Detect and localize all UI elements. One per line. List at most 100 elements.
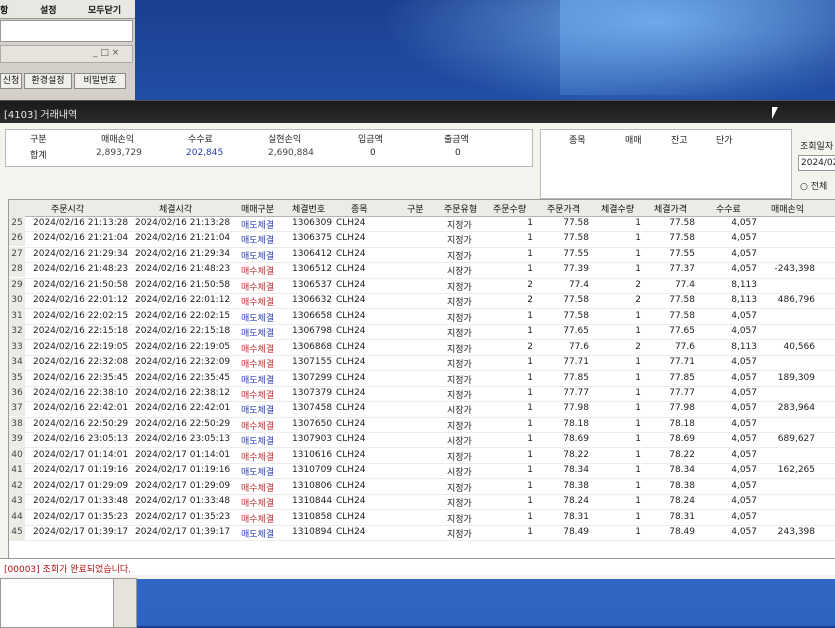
- cell-order-type: 지정가: [447, 344, 472, 355]
- col-fill-no[interactable]: 체결번호: [292, 202, 325, 215]
- cell-order-price: 78.38: [563, 480, 589, 491]
- cell-symbol: CLH24: [336, 279, 366, 290]
- col-trade-pnl[interactable]: 매매손익: [771, 202, 804, 215]
- col-category[interactable]: 구분: [407, 202, 424, 215]
- cell-fee: 8,113: [731, 295, 757, 306]
- cell-side: 매수체결: [241, 514, 275, 525]
- summary-header-deposit: 입금액: [358, 135, 383, 145]
- row-number: 44: [9, 509, 25, 525]
- table-row[interactable]: 27 2024/02/16 21:29:34 2024/02/16 21:29:34…: [9, 246, 835, 264]
- table-row[interactable]: 43 2024/02/17 01:33:48 2024/02/17 01:33:48…: [9, 494, 835, 511]
- summary-total-label: 합계: [30, 151, 47, 161]
- summary-header-withdrawal: 출금액: [444, 135, 469, 145]
- cell-order-price: 77.4: [568, 279, 589, 290]
- col-order-time[interactable]: 주문시각: [51, 202, 84, 215]
- cell-fee: 4,057: [731, 218, 757, 228]
- window-titlebar[interactable]: [4103] 거래내역: [0, 101, 835, 123]
- cell-fill-time: 2024/02/16 21:13:28: [135, 218, 231, 228]
- summary-header-category: 구분: [30, 135, 47, 145]
- table-row[interactable]: 41 2024/02/17 01:19:16 2024/02/17 01:19:16…: [9, 463, 835, 480]
- table-row[interactable]: 25 2024/02/16 21:13:28 2024/02/16 21:13:28…: [9, 216, 835, 233]
- col-order-price[interactable]: 주문가격: [547, 202, 580, 215]
- cell-fill-no: 1307379: [292, 387, 333, 398]
- cell-fee: 4,057: [731, 418, 757, 429]
- col-fill-time[interactable]: 체결시각: [159, 202, 192, 215]
- all-option-radio[interactable]: ○ 전체: [800, 179, 827, 192]
- cell-trade-pnl: 689,627: [777, 434, 815, 445]
- col-fill-qty[interactable]: 체결수량: [601, 202, 634, 215]
- table-row[interactable]: 37 2024/02/16 22:42:01 2024/02/16 22:42:01…: [9, 401, 835, 418]
- table-row[interactable]: 32 2024/02/16 22:15:18 2024/02/16 22:15:18…: [9, 324, 835, 341]
- cell-fill-qty: 1: [635, 403, 641, 414]
- cell-order-qty: 2: [527, 279, 533, 290]
- cell-fill-price: 78.49: [669, 527, 695, 537]
- table-row[interactable]: 42 2024/02/17 01:29:09 2024/02/17 01:29:09…: [9, 478, 835, 495]
- cell-order-type: 지정가: [447, 313, 472, 324]
- bottom-left-scroll[interactable]: [113, 578, 137, 628]
- cell-fill-no: 1306412: [292, 248, 333, 259]
- cell-fill-qty: 1: [635, 418, 641, 429]
- row-number: 31: [9, 308, 25, 324]
- row-number: 29: [9, 277, 25, 293]
- cell-order-price: 77.55: [563, 248, 589, 259]
- summary-trade-pnl: 2,893,729: [96, 148, 142, 158]
- bg-env-settings-button[interactable]: 환경설정: [24, 73, 72, 89]
- cell-fill-price: 77.37: [669, 264, 695, 275]
- col-order-qty[interactable]: 주문수량: [493, 202, 526, 215]
- background-bar: _ □ ×: [0, 45, 133, 63]
- table-row[interactable]: 39 2024/02/16 23:05:13 2024/02/16 23:05:13…: [9, 432, 835, 449]
- table-row[interactable]: 29 2024/02/16 21:50:58 2024/02/16 21:50:58…: [9, 277, 835, 294]
- table-row[interactable]: 35 2024/02/16 22:35:45 2024/02/16 22:35:45…: [9, 370, 835, 387]
- table-row[interactable]: 28 2024/02/16 21:48:23 2024/02/16 21:48:23…: [9, 262, 835, 279]
- bg-password-button[interactable]: 비밀번호: [74, 73, 126, 89]
- table-row[interactable]: 38 2024/02/16 22:50:29 2024/02/16 22:50:29…: [9, 416, 835, 434]
- query-date-input[interactable]: 2024/02/: [798, 155, 835, 171]
- col-side[interactable]: 매매구분: [241, 202, 274, 215]
- cell-order-qty: 2: [527, 295, 533, 306]
- cell-order-price: 77.58: [563, 310, 589, 321]
- cell-fill-price: 77.58: [669, 218, 695, 228]
- cell-fill-price: 77.4: [674, 279, 695, 290]
- cell-order-time: 2024/02/16 21:21:04: [33, 233, 129, 244]
- cell-side: 매수체결: [241, 344, 275, 355]
- cell-order-qty: 1: [527, 465, 533, 476]
- table-row[interactable]: 26 2024/02/16 21:21:04 2024/02/16 21:21:04…: [9, 231, 835, 248]
- cell-order-time: 2024/02/17 01:29:09: [33, 480, 129, 491]
- bg-window-controls[interactable]: _ □ ×: [93, 48, 119, 58]
- cell-order-price: 77.6: [568, 341, 589, 352]
- row-number: 45: [9, 525, 25, 540]
- table-row[interactable]: 40 2024/02/17 01:14:01 2024/02/17 01:14:01…: [9, 447, 835, 464]
- bg-toolbar-item[interactable]: 항: [0, 3, 8, 16]
- col-order-type[interactable]: 주문유형: [444, 202, 477, 215]
- table-row[interactable]: 33 2024/02/16 22:19:05 2024/02/16 22:19:05…: [9, 339, 835, 356]
- bg-toolbar-close-all[interactable]: 모두닫기: [88, 3, 121, 16]
- cell-order-time: 2024/02/16 22:19:05: [33, 341, 129, 352]
- table-row[interactable]: 34 2024/02/16 22:32:08 2024/02/16 22:32:09…: [9, 355, 835, 372]
- bg-toolbar-settings[interactable]: 설정: [40, 3, 57, 16]
- cell-fill-time: 2024/02/16 21:29:34: [135, 248, 231, 259]
- col-fill-price[interactable]: 체결가격: [654, 202, 687, 215]
- cell-fill-price: 77.71: [669, 357, 695, 368]
- table-row[interactable]: 44 2024/02/17 01:35:23 2024/02/17 01:35:23…: [9, 509, 835, 526]
- table-row[interactable]: 30 2024/02/16 22:01:12 2024/02/16 22:01:12…: [9, 293, 835, 310]
- cell-order-qty: 1: [527, 449, 533, 460]
- cell-fill-qty: 1: [635, 264, 641, 275]
- col-fee[interactable]: 수수료: [716, 202, 741, 215]
- cell-fill-time: 2024/02/16 23:05:13: [135, 434, 231, 445]
- table-row[interactable]: 36 2024/02/16 22:38:10 2024/02/16 22:38:12…: [9, 385, 835, 403]
- cell-order-price: 78.22: [563, 449, 589, 460]
- cell-fill-price: 77.85: [669, 372, 695, 383]
- table-row[interactable]: 31 2024/02/16 22:02:15 2024/02/16 22:02:15…: [9, 308, 835, 325]
- cell-order-type: 지정가: [447, 530, 472, 540]
- cell-symbol: CLH24: [336, 449, 366, 460]
- col-symbol[interactable]: 종목: [351, 202, 368, 215]
- table-row[interactable]: 45 2024/02/17 01:39:17 2024/02/17 01:39:17…: [9, 525, 835, 542]
- cell-fill-no: 1306798: [292, 326, 333, 337]
- bg-apply-button[interactable]: 신청: [0, 73, 22, 89]
- cell-trade-pnl: 189,309: [777, 372, 815, 383]
- cell-order-type: 시장가: [447, 437, 472, 448]
- cell-fill-no: 1306537: [292, 279, 333, 290]
- cell-fill-qty: 1: [635, 480, 641, 491]
- cell-fill-price: 78.38: [669, 480, 695, 491]
- cell-fill-time: 2024/02/16 22:02:15: [135, 310, 231, 321]
